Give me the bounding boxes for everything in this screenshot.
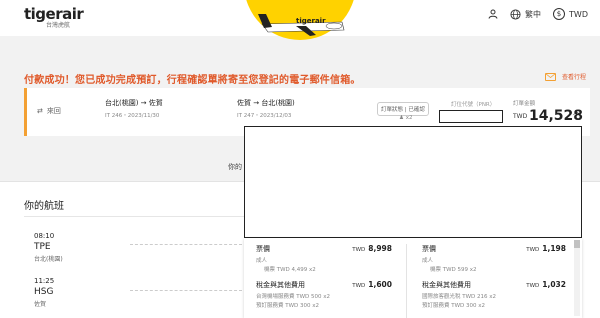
status-badge: 訂單狀態 | 已確認 [377,102,429,116]
fare-detail: 機票 TWD 599 x2 [430,267,477,273]
tax-row: 稅金與其他費用 TWD 1,032 [422,280,566,290]
logo-text: tigerair [24,5,84,23]
currency-selector[interactable]: $ TWD [553,8,588,20]
column-divider [406,244,407,318]
inbound-meta: IT 247・2023/12/03 [237,113,292,119]
outbound-meta: IT 246・2023/11/30 [105,113,160,119]
tax-amount: TWD 1,600 [352,280,392,290]
arrival-city: 佐賀 [34,301,47,308]
tax-value: 1,600 [368,280,392,289]
user-button[interactable] [488,9,498,19]
tax-detail: 台灣機場服務費 TWD 500 x2 [256,294,331,300]
hero-circle: tigerair [244,0,356,40]
person-icon: ♟ [399,115,404,121]
total-label: 訂單金額 [513,101,536,107]
outbound-price-column: 票價 TWD 8,998 成人 機票 TWD 4,499 x2 稅金與其他費用 … [256,238,392,318]
tax-label: 稅金與其他費用 [256,281,305,289]
plane-text: tigerair [296,17,326,25]
tigerair-logo[interactable]: tigerair 台灣虎航 [24,5,84,30]
dollar-icon: $ [553,8,566,20]
fare-currency: TWD [352,247,366,253]
tax-currency: TWD [526,283,540,289]
currency-label: TWD [569,9,588,19]
passenger-count: ♟ x2 [399,115,412,121]
header-actions: 繁中 $ TWD [488,8,588,20]
departure-city: 台北(桃園) [34,256,63,263]
total-currency: TWD [513,113,528,120]
pnr-label: 訂位代號（PNR） [451,102,496,108]
tax-amount: TWD 1,032 [526,280,566,290]
inbound-price-column: 票價 TWD 1,198 成人 機票 TWD 599 x2 稅金與其他費用 TW… [422,238,566,318]
fare-label: 票價 [256,245,270,253]
departure-time: 08:10 [34,232,55,240]
departure-code: TPE [34,242,51,252]
fare-amount: TWD 8,998 [352,244,392,254]
language-label: 繁中 [525,9,542,19]
arrival-time: 11:25 [34,277,55,285]
payment-success-message: 付款成功！您已成功完成預訂，行程確認單將寄至您登記的電子郵件信箱。 [24,75,361,86]
outbound-leg: 台北(桃園) → 佐賀 IT 246・2023/11/30 [105,98,163,119]
scrollbar-track[interactable] [574,240,580,316]
view-trip-label: 查看行程 [561,74,586,81]
language-selector[interactable]: 繁中 [510,8,542,20]
view-trip-link[interactable]: 查看行程 [544,72,586,81]
mail-icon [544,72,556,81]
tax-currency: TWD [352,283,366,289]
outbound-route: 台北(桃園) → 佐賀 [105,99,163,107]
arrival-code: HSG [34,287,54,297]
tax-value: 1,032 [542,280,566,289]
inbound-leg: 佐賀 → 台北(桃園) IT 247・2023/12/03 [237,98,295,119]
chevron-up-icon[interactable]: ︿ [573,106,581,117]
inbound-route: 佐賀 → 台北(桃園) [237,99,295,107]
adult-label: 成人 [422,258,434,264]
redacted-popup [244,126,582,238]
trip-type: ⇄ 來回 [37,106,61,116]
tax-detail: 預訂服務費 TWD 300 x2 [422,303,486,309]
fare-row: 票價 TWD 8,998 [256,244,392,254]
fare-row: 票價 TWD 1,198 [422,244,566,254]
fare-detail: 機票 TWD 4,499 x2 [264,267,316,273]
arrival-dash [130,290,242,291]
globe-icon [510,8,521,20]
user-icon [488,9,498,19]
tax-detail: 國際旅客觀光稅 TWD 216 x2 [422,294,497,300]
fare-currency: TWD [526,247,540,253]
round-trip-icon: ⇄ [37,107,43,115]
tax-label: 稅金與其他費用 [422,281,471,289]
scrollbar-thumb[interactable] [574,240,580,248]
price-breakdown-panel: 票價 TWD 8,998 成人 機票 TWD 4,499 x2 稅金與其他費用 … [244,238,582,318]
adult-label: 成人 [256,258,268,264]
flights-divider [24,216,244,217]
tax-detail: 預訂服務費 TWD 300 x2 [256,303,320,309]
fare-amount: TWD 1,198 [526,244,566,254]
tax-row: 稅金與其他費用 TWD 1,600 [256,280,392,290]
fare-value: 1,198 [542,244,566,253]
trip-type-label: 來回 [46,107,61,115]
section-label: 你的 [228,163,242,171]
pnr-value-redacted [439,110,503,123]
departure-dash [130,244,242,245]
fare-label: 票價 [422,245,436,253]
passenger-count-value: x2 [405,115,413,121]
logo-subtext: 台灣虎航 [46,22,71,29]
flights-title: 你的航班 [24,201,64,212]
fare-value: 8,998 [368,244,392,253]
